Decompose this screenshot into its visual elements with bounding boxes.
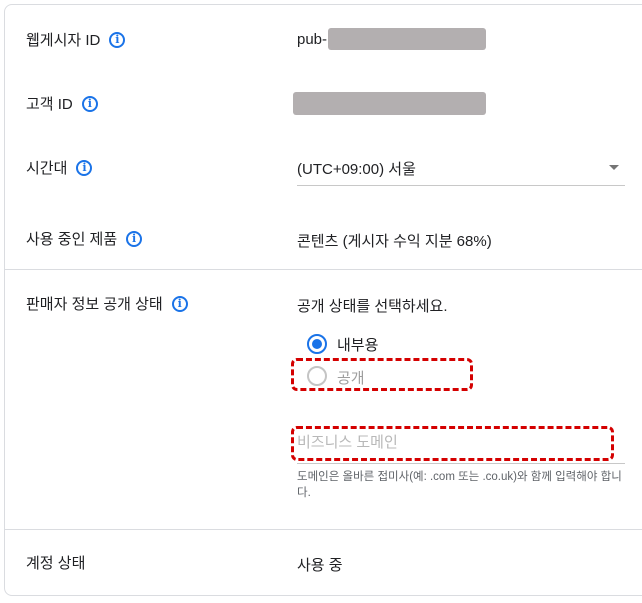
publisher-id-value: pub- [297, 31, 328, 48]
products-label-row: 사용 중인 제품 i [26, 228, 143, 249]
products-value: 콘텐츠 (게시자 수익 지분 68%) [297, 233, 492, 250]
info-icon[interactable]: i [81, 95, 98, 112]
timezone-value: (UTC+09:00) 서울 [297, 161, 416, 178]
domain-helper-text: 도메인은 올바른 접미사(예: .com 또는 .co.uk)와 함께 입력해야… [297, 471, 622, 499]
account-status-label-row: 계정 상태 [26, 552, 85, 573]
products-label: 사용 중인 제품 [26, 231, 118, 248]
redacted-publisher-id [328, 28, 486, 50]
info-icon[interactable]: i [76, 159, 93, 176]
info-icon[interactable]: i [171, 295, 188, 312]
customer-id-label-row: 고객 ID i [26, 93, 98, 114]
highlight-domain-field [291, 426, 614, 461]
radio-internal-label[interactable]: 내부용 [337, 334, 378, 355]
timezone-label-row: 시간대 i [26, 157, 93, 178]
publisher-id-label: 웹게시자 ID [26, 32, 101, 49]
radio-internal[interactable] [307, 334, 327, 354]
seller-info-label-row: 판매자 정보 공개 상태 i [26, 293, 188, 314]
account-status-value: 사용 중 [297, 557, 343, 574]
divider [5, 529, 642, 530]
divider [5, 269, 642, 270]
redacted-customer-id [293, 92, 486, 115]
customer-id-label: 고객 ID [26, 96, 73, 113]
info-icon[interactable]: i [126, 230, 143, 247]
timezone-label: 시간대 [26, 160, 68, 177]
highlight-public-option [291, 358, 473, 391]
seller-info-label: 판매자 정보 공개 상태 [26, 296, 163, 313]
caret-down-icon [609, 165, 619, 170]
account-status-label: 계정 상태 [26, 555, 86, 572]
timezone-select[interactable]: (UTC+09:00) 서울 [297, 150, 625, 186]
seller-info-prompt: 공개 상태를 선택하세요. [297, 298, 448, 315]
info-icon[interactable]: i [109, 31, 126, 48]
publisher-id-label-row: 웹게시자 ID i [26, 29, 126, 50]
